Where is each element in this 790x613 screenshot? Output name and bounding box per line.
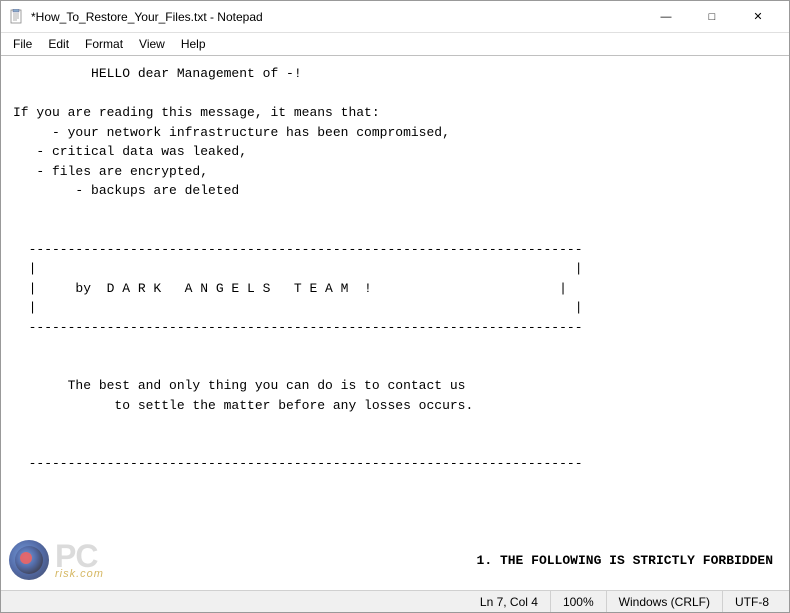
cursor-position: Ln 7, Col 4 [468, 591, 550, 613]
menu-format[interactable]: Format [77, 35, 131, 53]
notepad-icon [9, 9, 25, 25]
editor-textarea[interactable]: HELLO dear Management of -! If you are r… [1, 56, 789, 590]
title-bar-controls: — □ ✕ [643, 1, 781, 33]
status-bar: Ln 7, Col 4 100% Windows (CRLF) UTF-8 [1, 590, 789, 612]
encoding: UTF-8 [722, 591, 781, 613]
maximize-button[interactable]: □ [689, 1, 735, 33]
window-title: *How_To_Restore_Your_Files.txt - Notepad [31, 10, 263, 24]
minimize-button[interactable]: — [643, 1, 689, 33]
notepad-window: *How_To_Restore_Your_Files.txt - Notepad… [0, 0, 790, 613]
editor-container: HELLO dear Management of -! If you are r… [1, 56, 789, 590]
menu-edit[interactable]: Edit [40, 35, 77, 53]
line-ending: Windows (CRLF) [606, 591, 722, 613]
zoom-level: 100% [550, 591, 606, 613]
menu-help[interactable]: Help [173, 35, 214, 53]
menu-bar: File Edit Format View Help [1, 33, 789, 55]
menu-view[interactable]: View [131, 35, 173, 53]
status-bar-right: Ln 7, Col 4 100% Windows (CRLF) UTF-8 [468, 591, 781, 613]
menu-file[interactable]: File [5, 35, 40, 53]
title-bar-left: *How_To_Restore_Your_Files.txt - Notepad [9, 9, 263, 25]
close-button[interactable]: ✕ [735, 1, 781, 33]
title-bar: *How_To_Restore_Your_Files.txt - Notepad… [1, 1, 789, 33]
